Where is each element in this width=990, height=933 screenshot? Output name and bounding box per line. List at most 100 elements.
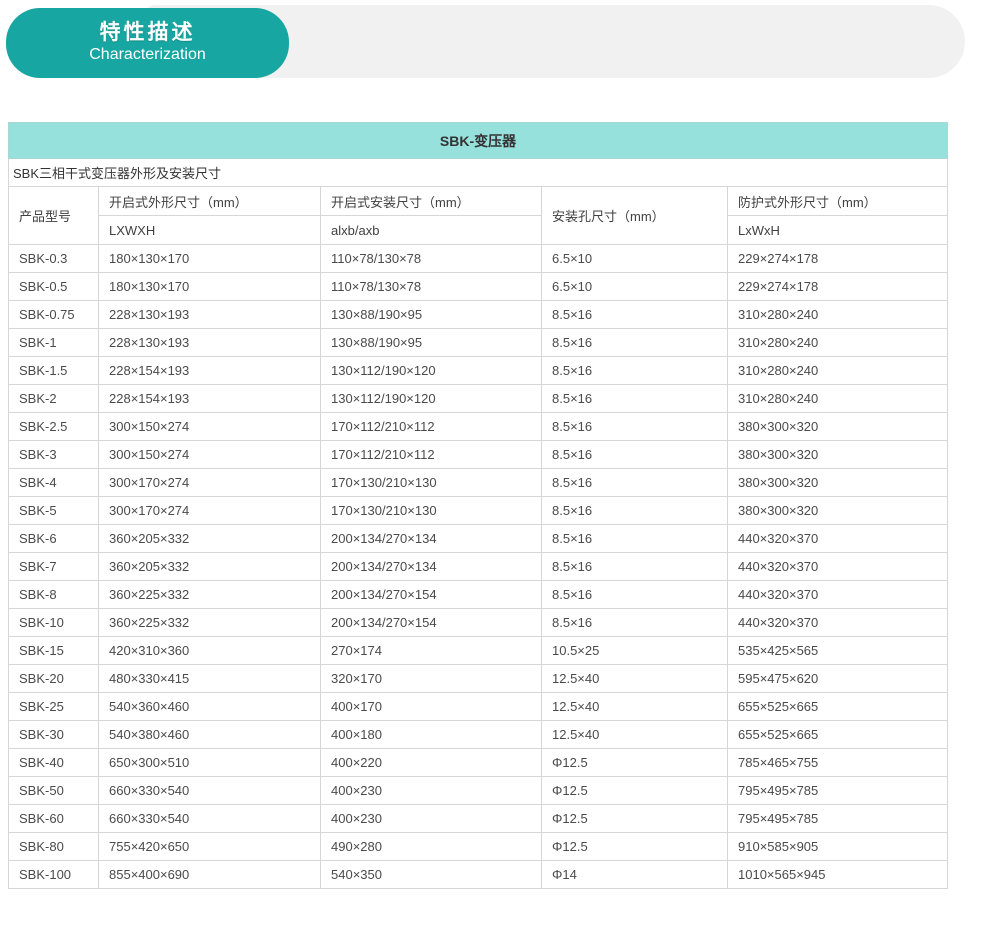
cell-open-outline: 855×400×690 xyxy=(99,861,321,889)
cell-open-outline: 420×310×360 xyxy=(99,637,321,665)
cell-model: SBK-0.75 xyxy=(9,301,99,329)
cell-protected-outline: 655×525×665 xyxy=(728,693,948,721)
cell-protected-outline: 595×475×620 xyxy=(728,665,948,693)
cell-open-outline: 300×150×274 xyxy=(99,413,321,441)
col-header-open-mount: 开启式安装尺寸（mm） xyxy=(321,187,542,216)
cell-hole: 8.5×16 xyxy=(542,553,728,581)
table-row: SBK-6 360×205×332 200×134/270×134 8.5×16… xyxy=(9,525,948,553)
cell-open-mount: 170×130/210×130 xyxy=(321,497,542,525)
cell-open-outline: 480×330×415 xyxy=(99,665,321,693)
cell-protected-outline: 655×525×665 xyxy=(728,721,948,749)
cell-hole: Φ12.5 xyxy=(542,805,728,833)
cell-model: SBK-0.3 xyxy=(9,245,99,273)
cell-model: SBK-1.5 xyxy=(9,357,99,385)
cell-hole: 8.5×16 xyxy=(542,441,728,469)
cell-protected-outline: 380×300×320 xyxy=(728,497,948,525)
cell-model: SBK-100 xyxy=(9,861,99,889)
table-subtitle: SBK三相干式变压器外形及安装尺寸 xyxy=(9,159,948,187)
table-row: SBK-0.75 228×130×193 130×88/190×95 8.5×1… xyxy=(9,301,948,329)
table-row: SBK-0.3 180×130×170 110×78/130×78 6.5×10… xyxy=(9,245,948,273)
cell-hole: Φ12.5 xyxy=(542,833,728,861)
cell-model: SBK-5 xyxy=(9,497,99,525)
table-row: SBK-25 540×360×460 400×170 12.5×40 655×5… xyxy=(9,693,948,721)
cell-protected-outline: 440×320×370 xyxy=(728,609,948,637)
cell-hole: 8.5×16 xyxy=(542,385,728,413)
table-row: SBK-7 360×205×332 200×134/270×134 8.5×16… xyxy=(9,553,948,581)
spec-table-container: SBK-变压器 SBK三相干式变压器外形及安装尺寸 产品型号 开启式外形尺寸（m… xyxy=(8,122,947,889)
cell-hole: Φ14 xyxy=(542,861,728,889)
cell-open-mount: 200×134/270×134 xyxy=(321,525,542,553)
table-row: SBK-15 420×310×360 270×174 10.5×25 535×4… xyxy=(9,637,948,665)
cell-protected-outline: 310×280×240 xyxy=(728,301,948,329)
cell-model: SBK-0.5 xyxy=(9,273,99,301)
cell-open-outline: 650×300×510 xyxy=(99,749,321,777)
cell-hole: Φ12.5 xyxy=(542,777,728,805)
table-row: SBK-80 755×420×650 490×280 Φ12.5 910×585… xyxy=(9,833,948,861)
section-header: 特性描述 Characterization xyxy=(0,0,990,92)
cell-model: SBK-3 xyxy=(9,441,99,469)
cell-model: SBK-25 xyxy=(9,693,99,721)
cell-open-mount: 320×170 xyxy=(321,665,542,693)
section-title-zh: 特性描述 xyxy=(100,21,196,45)
cell-open-mount: 110×78/130×78 xyxy=(321,245,542,273)
cell-open-outline: 540×360×460 xyxy=(99,693,321,721)
cell-protected-outline: 785×465×755 xyxy=(728,749,948,777)
table-row: SBK-50 660×330×540 400×230 Φ12.5 795×495… xyxy=(9,777,948,805)
cell-protected-outline: 310×280×240 xyxy=(728,329,948,357)
table-body: SBK-0.3 180×130×170 110×78/130×78 6.5×10… xyxy=(9,245,948,889)
cell-open-outline: 660×330×540 xyxy=(99,777,321,805)
cell-protected-outline: 910×585×905 xyxy=(728,833,948,861)
col-subheader-open-outline-formula: LXWXH xyxy=(99,216,321,245)
cell-open-mount: 400×230 xyxy=(321,805,542,833)
table-row: SBK-8 360×225×332 200×134/270×154 8.5×16… xyxy=(9,581,948,609)
table-row: SBK-100 855×400×690 540×350 Φ14 1010×565… xyxy=(9,861,948,889)
cell-open-outline: 300×170×274 xyxy=(99,497,321,525)
cell-protected-outline: 440×320×370 xyxy=(728,525,948,553)
cell-model: SBK-10 xyxy=(9,609,99,637)
cell-hole: 10.5×25 xyxy=(542,637,728,665)
cell-open-outline: 300×170×274 xyxy=(99,469,321,497)
spec-table: SBK-变压器 SBK三相干式变压器外形及安装尺寸 产品型号 开启式外形尺寸（m… xyxy=(8,122,948,889)
cell-open-outline: 540×380×460 xyxy=(99,721,321,749)
cell-open-mount: 130×88/190×95 xyxy=(321,329,542,357)
cell-hole: 12.5×40 xyxy=(542,693,728,721)
cell-open-mount: 200×134/270×154 xyxy=(321,609,542,637)
cell-open-mount: 170×112/210×112 xyxy=(321,441,542,469)
col-header-protected-outline: 防护式外形尺寸（mm） xyxy=(728,187,948,216)
cell-open-outline: 180×130×170 xyxy=(99,273,321,301)
cell-protected-outline: 795×495×785 xyxy=(728,777,948,805)
table-row: SBK-10 360×225×332 200×134/270×154 8.5×1… xyxy=(9,609,948,637)
cell-open-mount: 170×130/210×130 xyxy=(321,469,542,497)
section-badge: 特性描述 Characterization xyxy=(6,8,289,78)
table-row: SBK-40 650×300×510 400×220 Φ12.5 785×465… xyxy=(9,749,948,777)
cell-open-mount: 200×134/270×134 xyxy=(321,553,542,581)
cell-open-mount: 170×112/210×112 xyxy=(321,413,542,441)
cell-hole: 12.5×40 xyxy=(542,721,728,749)
cell-protected-outline: 380×300×320 xyxy=(728,469,948,497)
cell-hole: 8.5×16 xyxy=(542,497,728,525)
table-row: SBK-20 480×330×415 320×170 12.5×40 595×4… xyxy=(9,665,948,693)
cell-open-mount: 400×230 xyxy=(321,777,542,805)
cell-model: SBK-60 xyxy=(9,805,99,833)
cell-model: SBK-6 xyxy=(9,525,99,553)
cell-protected-outline: 440×320×370 xyxy=(728,581,948,609)
cell-model: SBK-2 xyxy=(9,385,99,413)
cell-hole: 8.5×16 xyxy=(542,329,728,357)
cell-model: SBK-15 xyxy=(9,637,99,665)
cell-protected-outline: 440×320×370 xyxy=(728,553,948,581)
cell-protected-outline: 535×425×565 xyxy=(728,637,948,665)
cell-hole: 12.5×40 xyxy=(542,665,728,693)
cell-open-mount: 400×170 xyxy=(321,693,542,721)
cell-protected-outline: 1010×565×945 xyxy=(728,861,948,889)
cell-open-mount: 130×88/190×95 xyxy=(321,301,542,329)
table-row: SBK-5 300×170×274 170×130/210×130 8.5×16… xyxy=(9,497,948,525)
cell-model: SBK-20 xyxy=(9,665,99,693)
cell-hole: 8.5×16 xyxy=(542,301,728,329)
col-header-hole: 安装孔尺寸（mm） xyxy=(542,187,728,245)
cell-open-outline: 660×330×540 xyxy=(99,805,321,833)
table-row: SBK-4 300×170×274 170×130/210×130 8.5×16… xyxy=(9,469,948,497)
cell-model: SBK-50 xyxy=(9,777,99,805)
cell-open-mount: 540×350 xyxy=(321,861,542,889)
cell-open-outline: 300×150×274 xyxy=(99,441,321,469)
cell-open-outline: 228×154×193 xyxy=(99,385,321,413)
